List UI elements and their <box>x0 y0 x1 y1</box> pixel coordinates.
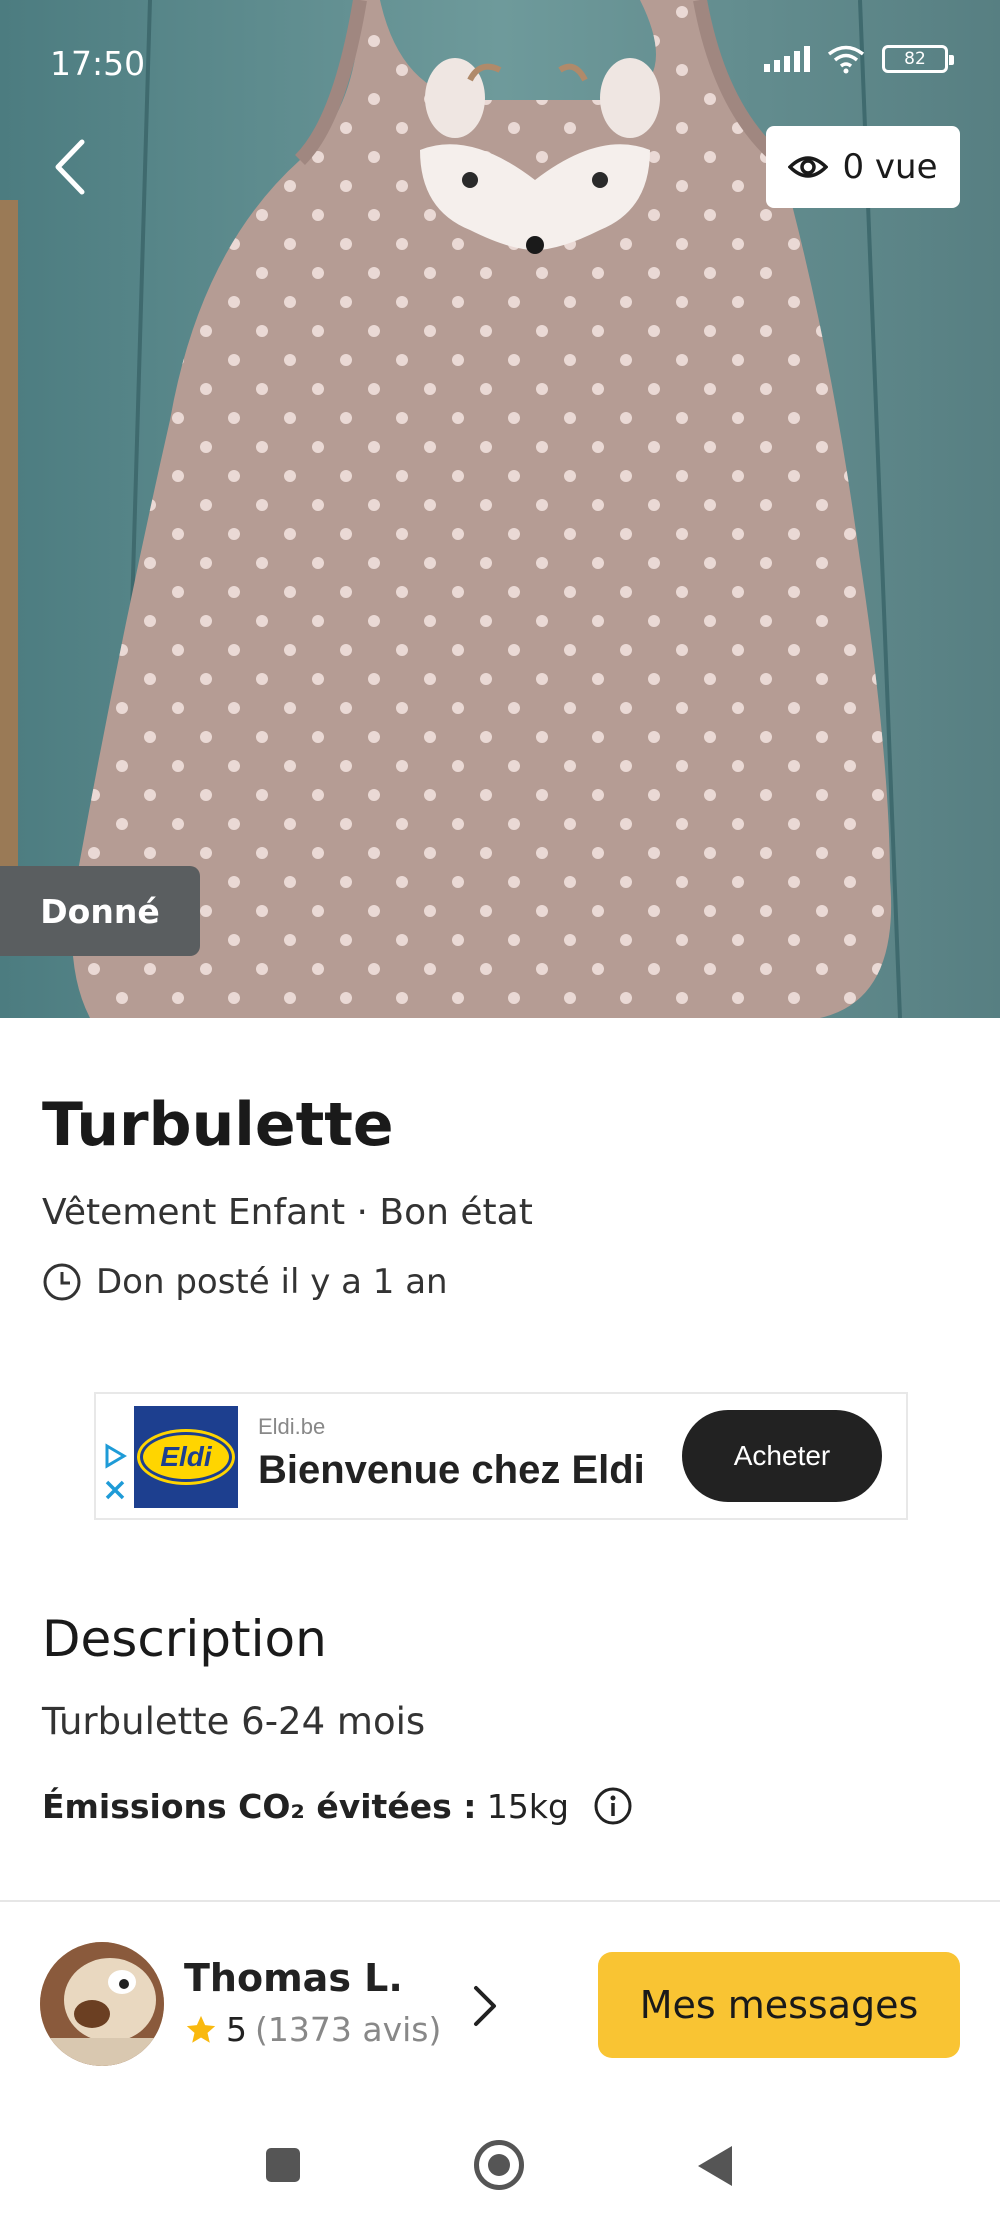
seller-name: Thomas L. <box>184 1956 403 2000</box>
rating-count: (1373 avis) <box>255 2010 442 2049</box>
eye-icon <box>788 156 829 178</box>
ad-headline: Bienvenue chez Eldi <box>258 1448 645 1492</box>
page-title: Turbulette <box>42 1090 394 1160</box>
eldi-logo: Eldi <box>140 1432 232 1482</box>
back-button[interactable] <box>44 132 104 202</box>
seller-profile-link[interactable]: Thomas L. 5 (1373 avis) <box>40 1942 520 2068</box>
chevron-left-icon <box>55 139 85 195</box>
avatar <box>40 1942 164 2066</box>
posted-info: Don posté il y a 1 an <box>42 1262 448 1302</box>
listing-meta: Vêtement Enfant · Bon état <box>42 1192 533 1233</box>
star-icon <box>186 2015 216 2043</box>
description-heading: Description <box>42 1610 327 1668</box>
ad-choices-icon[interactable] <box>102 1442 128 1506</box>
co2-info: Émissions CO₂ évitées : 15kg <box>42 1786 633 1826</box>
co2-label: Émissions CO₂ évitées : <box>42 1786 477 1826</box>
status-bar: 17:50 82 <box>0 0 1000 110</box>
ad-logo: Eldi <box>134 1406 238 1508</box>
info-icon[interactable] <box>593 1786 633 1826</box>
messages-button[interactable]: Mes messages <box>598 1952 960 2058</box>
ad-cta-button[interactable]: Acheter <box>682 1410 882 1502</box>
system-back-button[interactable] <box>698 2146 732 2186</box>
signal-icon <box>764 46 810 72</box>
divider <box>0 1900 1000 1902</box>
home-button[interactable] <box>474 2140 524 2190</box>
ad-domain: Eldi.be <box>258 1414 326 1439</box>
seller-rating: 5 (1373 avis) <box>184 2010 441 2049</box>
recent-apps-button[interactable] <box>266 2148 300 2182</box>
status-time: 17:50 <box>50 44 146 83</box>
wifi-icon <box>827 45 865 74</box>
battery-icon: 82 <box>882 45 954 73</box>
views-label: 0 vue <box>842 147 938 187</box>
clock-icon <box>43 1263 81 1301</box>
views-counter: 0 vue <box>766 126 960 208</box>
posted-label: Don posté il y a 1 an <box>96 1262 448 1302</box>
ad-banner[interactable]: Eldi Eldi.be Bienvenue chez Eldi Acheter <box>94 1392 908 1520</box>
rating-score: 5 <box>226 2010 247 2049</box>
avatar-image <box>40 1942 164 2066</box>
status-badge: Donné <box>0 866 200 956</box>
system-nav-bar <box>0 2100 1000 2226</box>
status-icons: 82 <box>764 44 954 74</box>
chevron-right-icon <box>474 1986 496 2026</box>
co2-value: 15kg <box>486 1786 569 1826</box>
description-text: Turbulette 6-24 mois <box>42 1700 426 1743</box>
